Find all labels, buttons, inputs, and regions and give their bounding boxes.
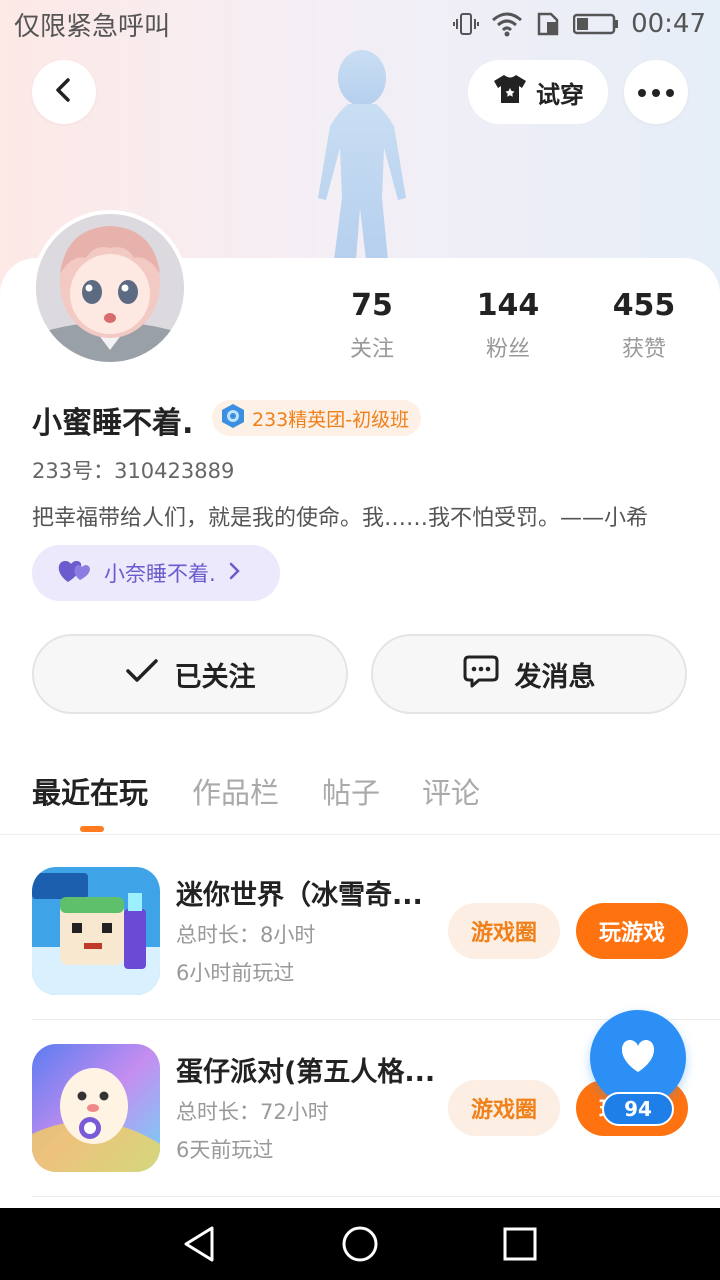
divider xyxy=(32,1196,720,1197)
game-duration: 总时长：72小时 xyxy=(176,1100,329,1124)
stat-label: 获赞 xyxy=(621,337,666,362)
tab-posts[interactable]: 帖子 xyxy=(322,770,380,812)
game-duration: 总时长：8小时 xyxy=(176,923,316,947)
follow-button[interactable]: 已关注 xyxy=(32,634,348,714)
game-last-played: 6小时前玩过 xyxy=(176,961,295,985)
tab-indicator xyxy=(80,826,104,832)
status-icons: 00:47 xyxy=(453,9,706,39)
message-label: 发消息 xyxy=(514,661,596,693)
badge-label: 233精英团-初级班 xyxy=(252,408,410,431)
sim-icon xyxy=(535,11,561,37)
check-icon xyxy=(125,658,159,691)
stat-label: 粉丝 xyxy=(485,337,530,362)
badge-icon xyxy=(220,403,246,434)
more-icon xyxy=(637,83,675,102)
stat-label: 关注 xyxy=(349,337,394,362)
tab-comments[interactable]: 评论 xyxy=(422,770,480,812)
stat-following[interactable]: 75 关注 xyxy=(312,288,432,363)
status-bar: 仅限紧急呼叫 00:47 xyxy=(0,0,720,48)
avatar-figure xyxy=(300,48,420,260)
eggy-party-icon xyxy=(32,1044,160,1172)
mini-world-icon xyxy=(32,867,160,995)
nav-recents-icon[interactable] xyxy=(500,1224,540,1264)
carrier-text: 仅限紧急呼叫 xyxy=(14,11,171,42)
nav-back-icon[interactable] xyxy=(180,1224,220,1264)
cp-name: 小奈睡不着. xyxy=(104,562,216,586)
stat-value: 455 xyxy=(612,288,676,323)
clock: 00:47 xyxy=(631,9,706,39)
game-title: 蛋仔派对(第五人格... xyxy=(176,1057,436,1088)
system-nav-bar xyxy=(0,1208,720,1280)
back-arrow-icon xyxy=(50,76,78,108)
avatar[interactable] xyxy=(32,210,188,366)
stat-value: 144 xyxy=(476,288,540,323)
game-title: 迷你世界（冰雪奇... xyxy=(176,880,423,911)
message-button[interactable]: 发消息 xyxy=(371,634,687,714)
tshirt-icon xyxy=(492,73,528,111)
username: 小蜜睡不着. xyxy=(32,406,194,441)
game-last-played: 6天前玩过 xyxy=(176,1138,274,1162)
stat-followers[interactable]: 144 粉丝 xyxy=(448,288,568,363)
tab-recent-play[interactable]: 最近在玩 xyxy=(32,770,148,812)
bio: 把幸福带给人们，就是我的使命。我……我不怕受罚。——小希 xyxy=(32,506,649,531)
chevron-right-icon xyxy=(228,561,242,586)
profile-stats: 75 关注 144 粉丝 455 获赞 xyxy=(300,288,720,368)
divider xyxy=(0,834,720,835)
game-circle-button[interactable]: 游戏圈 xyxy=(448,903,560,959)
vibrate-icon xyxy=(453,11,480,37)
game-circle-button[interactable]: 游戏圈 xyxy=(448,1080,560,1136)
stat-value: 75 xyxy=(351,288,393,323)
back-button[interactable] xyxy=(32,60,96,124)
like-count: 94 xyxy=(602,1092,674,1126)
try-on-button[interactable]: 试穿 xyxy=(468,60,608,124)
follow-label: 已关注 xyxy=(174,661,256,693)
double-heart-icon xyxy=(58,558,92,589)
stat-likes[interactable]: 455 获赞 xyxy=(584,288,704,363)
heart-icon xyxy=(618,1038,658,1078)
profile-tabs: 最近在玩 作品栏 帖子 评论 xyxy=(0,770,720,834)
user-id: 233号：310423889 xyxy=(32,459,235,483)
battery-icon xyxy=(573,11,619,37)
try-on-label: 试穿 xyxy=(536,80,584,109)
play-game-button[interactable]: 玩游戏 xyxy=(576,903,688,959)
more-button[interactable] xyxy=(624,60,688,124)
chat-bubble-icon xyxy=(463,654,499,695)
tab-works[interactable]: 作品栏 xyxy=(192,770,279,812)
nav-home-icon[interactable] xyxy=(340,1224,380,1264)
cp-link[interactable]: 小奈睡不着. xyxy=(32,545,280,601)
rank-badge[interactable]: 233精英团-初级班 xyxy=(212,400,422,436)
wifi-icon xyxy=(491,11,523,37)
